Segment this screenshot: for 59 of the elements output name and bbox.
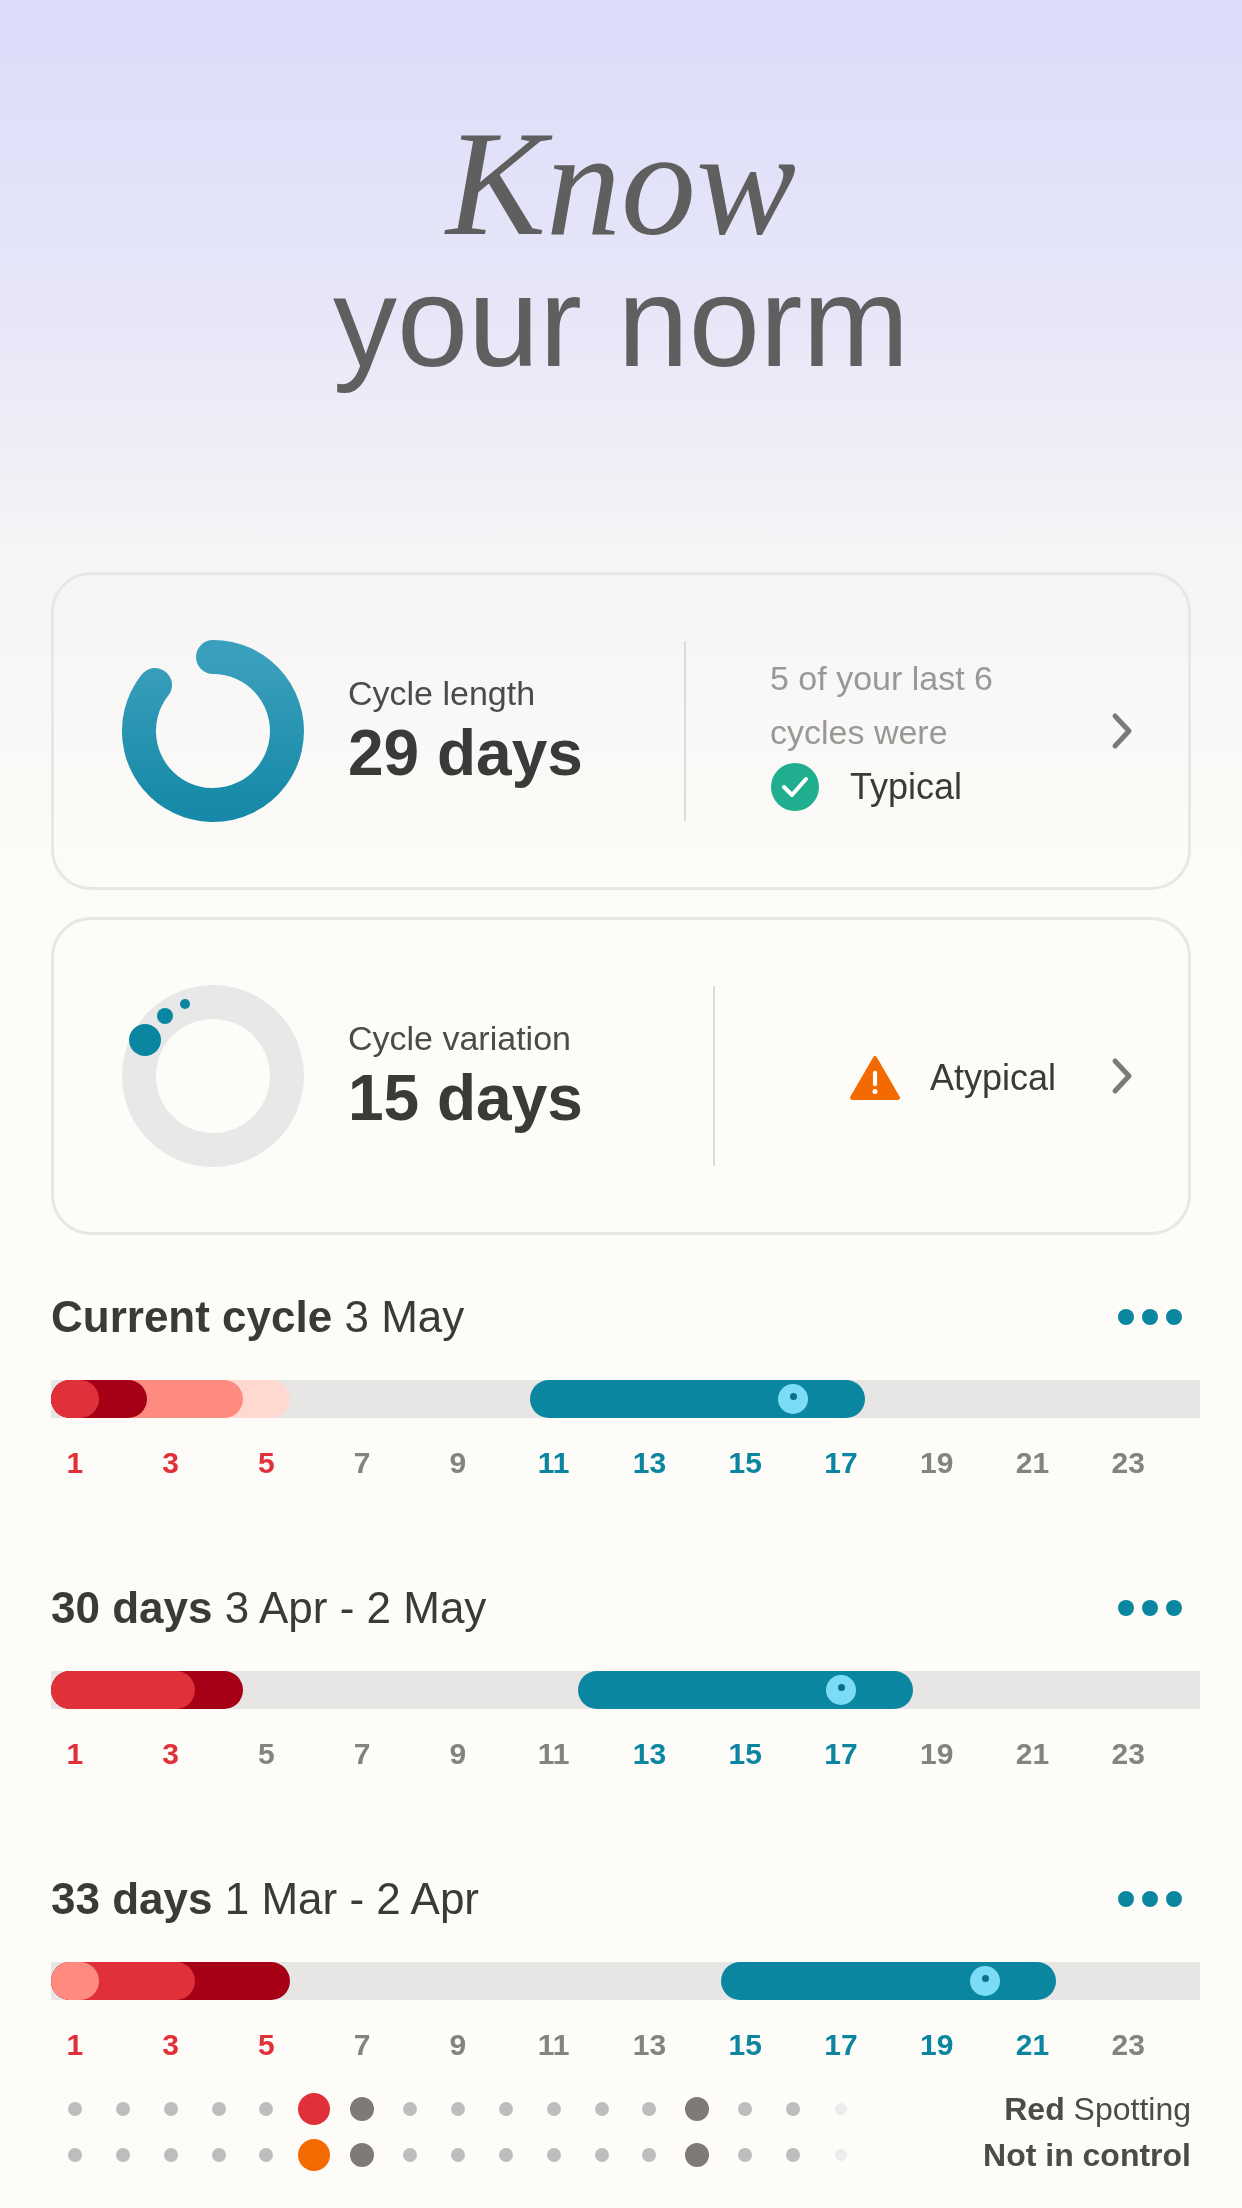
summary-card[interactable]: Cycle length 29 days 5 of your last 6 cycles were Typical xyxy=(51,572,1191,890)
cycle-title: 33 days 1 Mar - 2 Apr xyxy=(51,1874,479,1924)
day-number: 7 xyxy=(352,2027,372,2063)
day-number: 13 xyxy=(631,1445,668,1481)
day-number: 23 xyxy=(1110,2027,1146,2063)
symptom-label: Red Spotting xyxy=(1004,2090,1191,2128)
day-number: 7 xyxy=(352,1445,372,1481)
ring-icon xyxy=(120,638,306,824)
chevron-right-icon xyxy=(1110,1056,1134,1096)
day-number: 23 xyxy=(1110,1445,1146,1481)
day-number: 9 xyxy=(448,1736,468,1772)
day-number: 17 xyxy=(823,1736,859,1772)
more-icon[interactable] xyxy=(1117,1889,1183,1909)
day-number: 1 xyxy=(65,1445,85,1481)
warning-icon xyxy=(849,1054,900,1102)
day-number: 11 xyxy=(536,1736,571,1772)
day-number: 7 xyxy=(352,1736,372,1772)
chevron-right-icon xyxy=(1110,711,1134,751)
day-number: 21 xyxy=(1014,1736,1051,1772)
symptom-label: Not in control xyxy=(983,2136,1191,2174)
check-icon xyxy=(770,763,820,811)
day-number: 5 xyxy=(257,1736,276,1772)
day-number: 15 xyxy=(727,2027,763,2063)
day-number: 5 xyxy=(257,1445,276,1481)
day-number: 17 xyxy=(823,2027,859,2063)
day-number: 21 xyxy=(1014,1445,1051,1481)
day-number: 11 xyxy=(536,1445,571,1481)
day-number: 19 xyxy=(919,2027,955,2063)
card-label: Cycle length xyxy=(348,673,537,714)
day-number: 15 xyxy=(727,1445,763,1481)
status-label: Atypical xyxy=(929,1057,1056,1099)
day-number: 3 xyxy=(161,1445,181,1481)
day-number: 23 xyxy=(1110,1736,1146,1772)
day-number: 9 xyxy=(448,1445,468,1481)
cycle-title: 30 days 3 Apr - 2 May xyxy=(51,1583,487,1633)
day-number: 17 xyxy=(823,1445,859,1481)
day-number: 19 xyxy=(919,1736,955,1772)
card-value: 15 days xyxy=(348,1061,584,1136)
more-icon[interactable] xyxy=(1117,1307,1183,1327)
card-value: 29 days xyxy=(348,716,584,791)
cycle-title: Current cycle 3 May xyxy=(51,1292,465,1342)
card-note: 5 of your last 6 cycles were xyxy=(770,658,994,753)
day-number: 15 xyxy=(727,1736,763,1772)
status-label: Typical xyxy=(850,766,963,808)
more-icon[interactable] xyxy=(1117,1598,1183,1618)
summary-card[interactable]: Cycle variation 15 days Atypical xyxy=(51,917,1191,1235)
day-number: 1 xyxy=(65,1736,85,1772)
day-number: 9 xyxy=(448,2027,468,2063)
day-number: 5 xyxy=(257,2027,276,2063)
card-label: Cycle variation xyxy=(348,1018,572,1059)
day-number: 1 xyxy=(65,2027,85,2063)
day-number: 21 xyxy=(1014,2027,1051,2063)
day-number: 13 xyxy=(631,1736,668,1772)
day-number: 13 xyxy=(631,2027,668,2063)
ring-icon xyxy=(120,983,306,1169)
day-number: 19 xyxy=(919,1445,955,1481)
day-number: 11 xyxy=(536,2027,571,2063)
day-number: 3 xyxy=(161,2027,181,2063)
day-number: 3 xyxy=(161,1736,181,1772)
